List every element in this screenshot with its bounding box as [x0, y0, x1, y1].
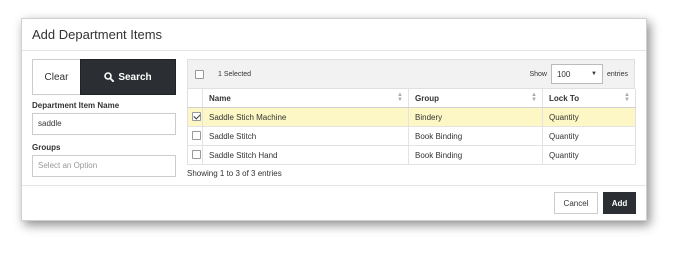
filter-panel: Clear Search Department Item Name saddle…	[32, 59, 176, 177]
cell-lock-to: Quantity	[542, 145, 636, 165]
results-panel: 1 Selected Show 100 ▼ entries Name ▲ ▼ G…	[187, 59, 636, 178]
sort-icon: ▲ ▼	[624, 92, 630, 103]
cell-name: Saddle Stitch	[202, 126, 409, 146]
clear-button[interactable]: Clear	[32, 59, 80, 95]
column-header-lock-to[interactable]: Lock To ▲ ▼	[542, 89, 636, 108]
cancel-button[interactable]: Cancel	[554, 192, 598, 214]
column-header-group[interactable]: Group ▲ ▼	[408, 89, 543, 108]
table-info: Showing 1 to 3 of 3 entries	[187, 169, 282, 178]
search-button[interactable]: Search	[80, 59, 176, 95]
search-icon	[104, 72, 115, 82]
cell-lock-to: Quantity	[542, 107, 636, 127]
row-checkbox-cell	[187, 107, 203, 127]
item-name-label: Department Item Name	[32, 101, 120, 110]
header-checkbox-cell	[187, 89, 203, 108]
select-all-checkbox[interactable]	[195, 69, 204, 79]
show-label: Show	[529, 70, 547, 78]
row-checkbox-cell	[187, 145, 203, 165]
table-row[interactable]: Saddle Stich Machine Bindery Quantity	[187, 107, 636, 127]
sort-icon: ▲ ▼	[397, 92, 403, 103]
chevron-down-icon: ▼	[591, 71, 597, 77]
search-button-label: Search	[118, 71, 152, 83]
filter-actions: Clear Search	[32, 59, 176, 95]
department-items-table: Name ▲ ▼ Group ▲ ▼ Lock To ▲ ▼ Saddle St…	[187, 89, 636, 165]
add-department-items-dialog: Add Department Items Clear Search Depart…	[21, 18, 647, 221]
dialog-footer: Cancel Add	[22, 185, 646, 221]
add-button[interactable]: Add	[603, 192, 636, 214]
table-toolbar: 1 Selected Show 100 ▼ entries	[187, 59, 635, 89]
entries-label: entries	[606, 70, 628, 78]
cell-name: Saddle Stich Machine	[202, 107, 409, 127]
row-checkbox[interactable]	[192, 130, 201, 140]
table-row[interactable]: Saddle Stitch Book Binding Quantity	[187, 126, 636, 146]
groups-select[interactable]: Select an Option	[32, 155, 176, 177]
page-size-control: Show 100 ▼ entries	[529, 64, 628, 84]
column-header-lock-to-label: Lock To	[549, 93, 580, 103]
cell-group: Bindery	[408, 107, 543, 127]
groups-label: Groups	[32, 143, 61, 152]
cell-lock-to: Quantity	[542, 126, 636, 146]
dialog-title: Add Department Items	[22, 19, 646, 51]
page-size-value: 100	[556, 69, 571, 79]
cell-group: Book Binding	[408, 145, 543, 165]
row-checkbox[interactable]	[192, 149, 201, 159]
cell-group: Book Binding	[408, 126, 543, 146]
sort-icon: ▲ ▼	[531, 92, 537, 103]
table-row[interactable]: Saddle Stitch Hand Book Binding Quantity	[187, 145, 636, 165]
row-checkbox-cell	[187, 126, 203, 146]
item-name-input[interactable]: saddle	[32, 113, 176, 135]
table-header-row: Name ▲ ▼ Group ▲ ▼ Lock To ▲ ▼	[187, 89, 636, 108]
cell-name: Saddle Stitch Hand	[202, 145, 409, 165]
page-size-select[interactable]: 100 ▼	[550, 64, 603, 84]
selected-count: 1 Selected	[218, 70, 252, 78]
row-checkbox[interactable]	[192, 111, 201, 121]
column-header-name[interactable]: Name ▲ ▼	[202, 89, 409, 108]
column-header-name-label: Name	[209, 93, 231, 103]
column-header-group-label: Group	[415, 93, 439, 103]
